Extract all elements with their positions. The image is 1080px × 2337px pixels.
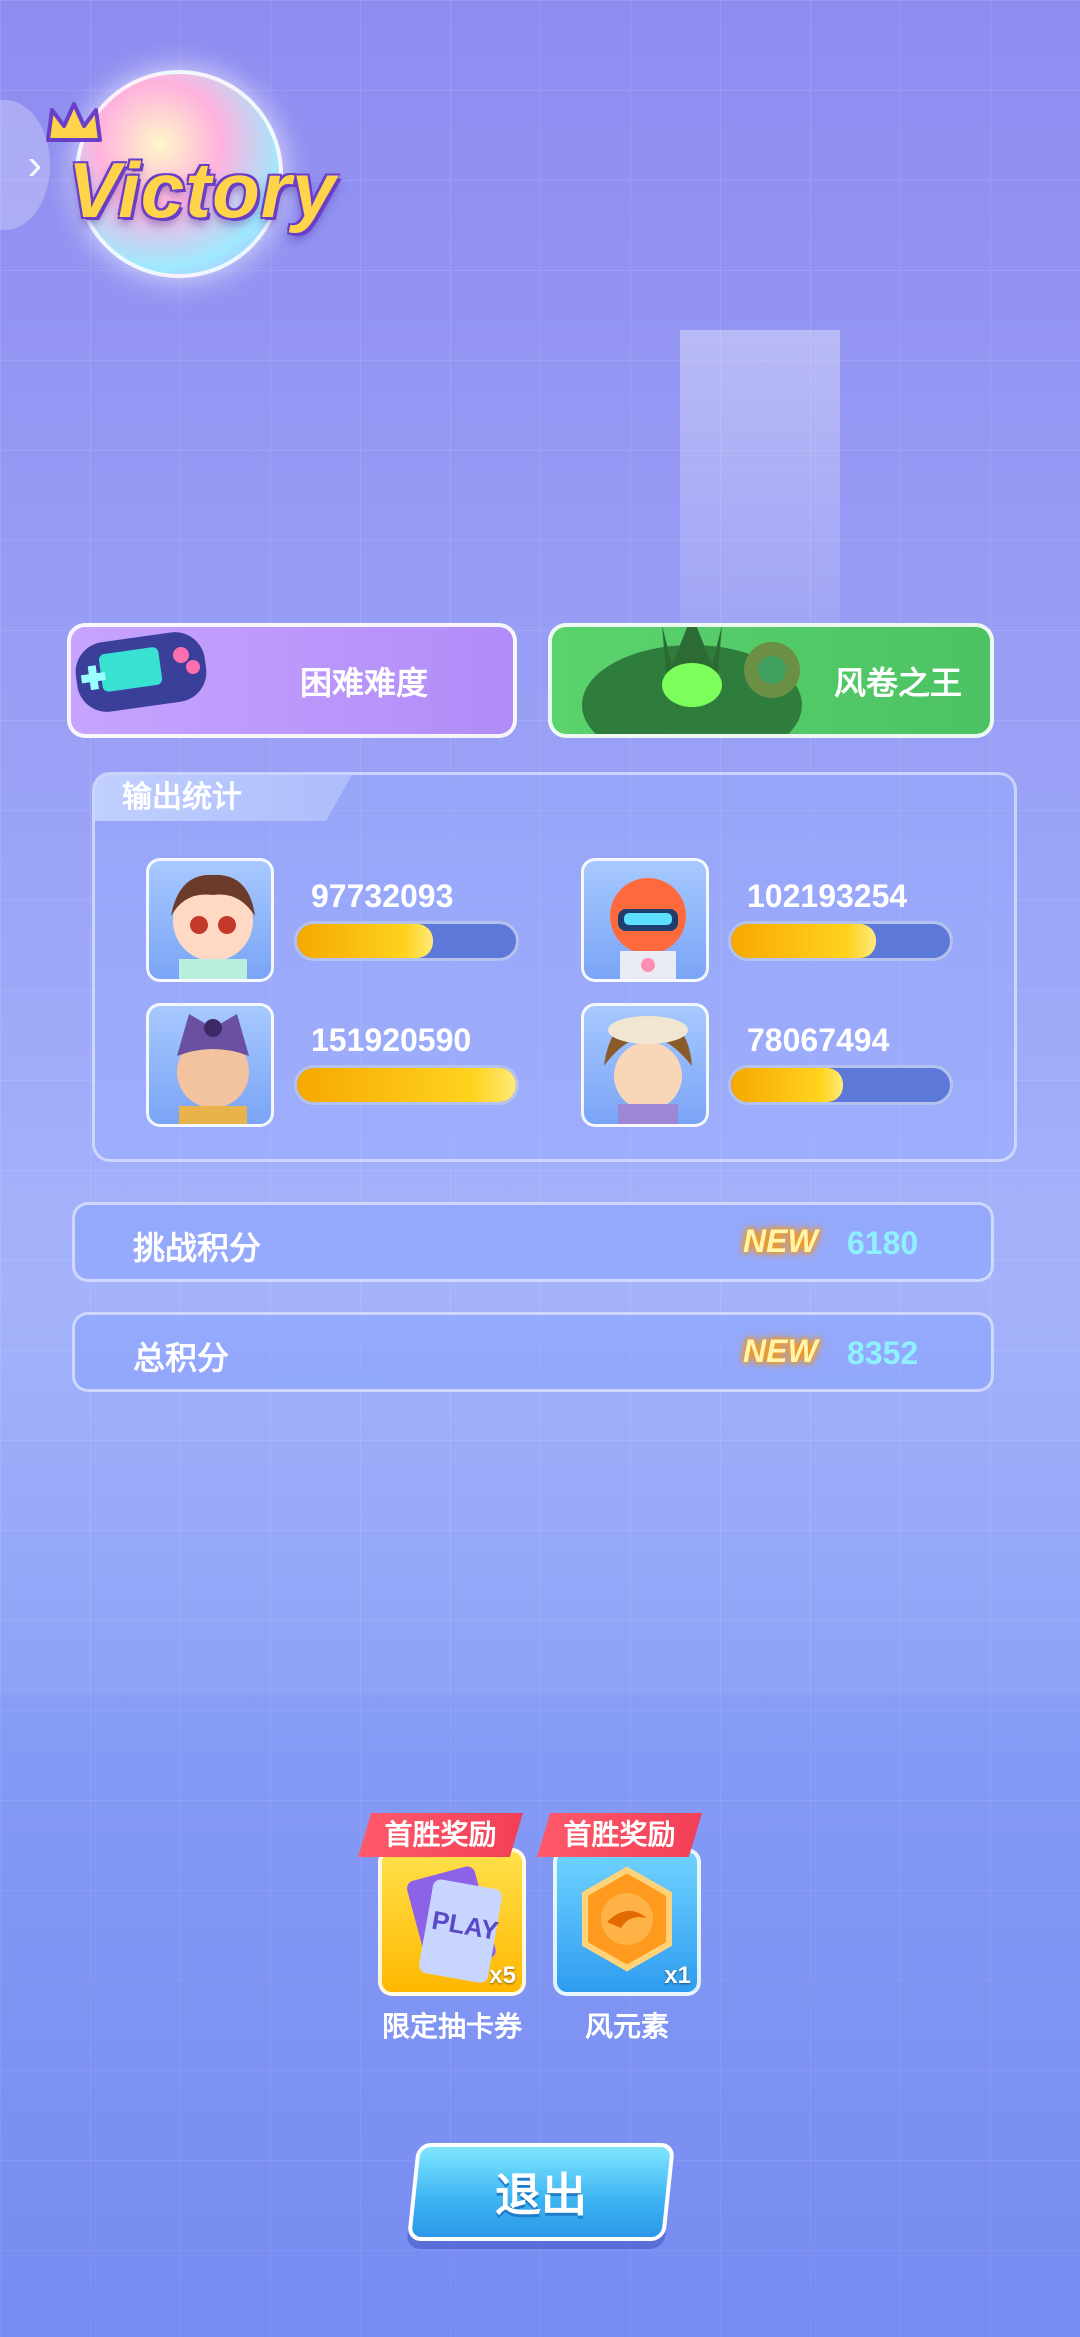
reward-item-wind-element[interactable]: x1 [553,1848,701,1996]
total-score-row: 总积分 NEW 8352 [72,1312,994,1392]
hero-4-damage: 78067494 [747,1022,890,1058]
hero-avatar-robot [581,858,709,982]
victory-title: Victory [68,146,337,234]
girl-hero-icon [171,874,255,979]
exit-button[interactable]: 退出 [406,2143,676,2241]
total-new-badge: NEW [743,1333,818,1369]
hero-4-bar-fill [731,1068,843,1102]
hero-avatar-girl [146,858,274,982]
hero-3-bar-fill [297,1068,516,1102]
total-score-value: 8352 [847,1335,919,1371]
difficulty-card: 困难难度 [67,623,517,738]
challenge-score-label: 挑战积分 [133,1230,262,1266]
difficulty-label: 困难难度 [299,664,428,701]
robot-hero-icon [610,878,686,979]
hero-avatar-warrior [146,1003,274,1127]
challenge-new-badge: NEW [743,1223,818,1259]
hero-3-damage-bar [294,1065,519,1105]
warrior-hero-icon [177,1014,249,1124]
hero-1-damage: 97732093 [311,878,454,914]
hero-1-bar-fill [297,924,433,958]
ticket-count: x5 [489,1962,516,1989]
wind-reward-name: 风元素 [584,2011,669,2042]
hero-1-damage-bar [294,921,519,961]
hero-avatar-cowboy [581,1003,709,1127]
ticket-reward-name: 限定抽卡券 [381,2011,522,2042]
ticket-reward-tag: 首胜奖励 [358,1813,523,1857]
boss-label: 风卷之王 [833,664,962,701]
wind-reward-tag: 首胜奖励 [537,1813,702,1857]
hero-4-damage-bar [728,1065,953,1105]
total-score-label: 总积分 [133,1340,230,1376]
boss-card: 风卷之王 [548,623,994,738]
boss-portrait-icon [582,627,802,734]
exit-label: 退出 [495,2169,587,2221]
reward-item-ticket[interactable]: PLAY x5 [378,1848,526,1996]
gamepad-icon [75,632,207,712]
stats-tab-label: 输出统计 [92,775,352,821]
crown-icon [46,102,102,142]
challenge-score-value: 6180 [847,1225,919,1261]
hero-3-damage: 151920590 [311,1022,472,1058]
hero-2-damage-bar [728,921,953,961]
wind-element-count: x1 [664,1962,691,1989]
hero-2-bar-fill [731,924,876,958]
chevron-right-icon: › [27,140,42,189]
cowboy-hero-icon [604,1016,692,1124]
challenge-score-row: 挑战积分 NEW 6180 [72,1202,994,1282]
hero-2-damage: 102193254 [747,878,908,914]
